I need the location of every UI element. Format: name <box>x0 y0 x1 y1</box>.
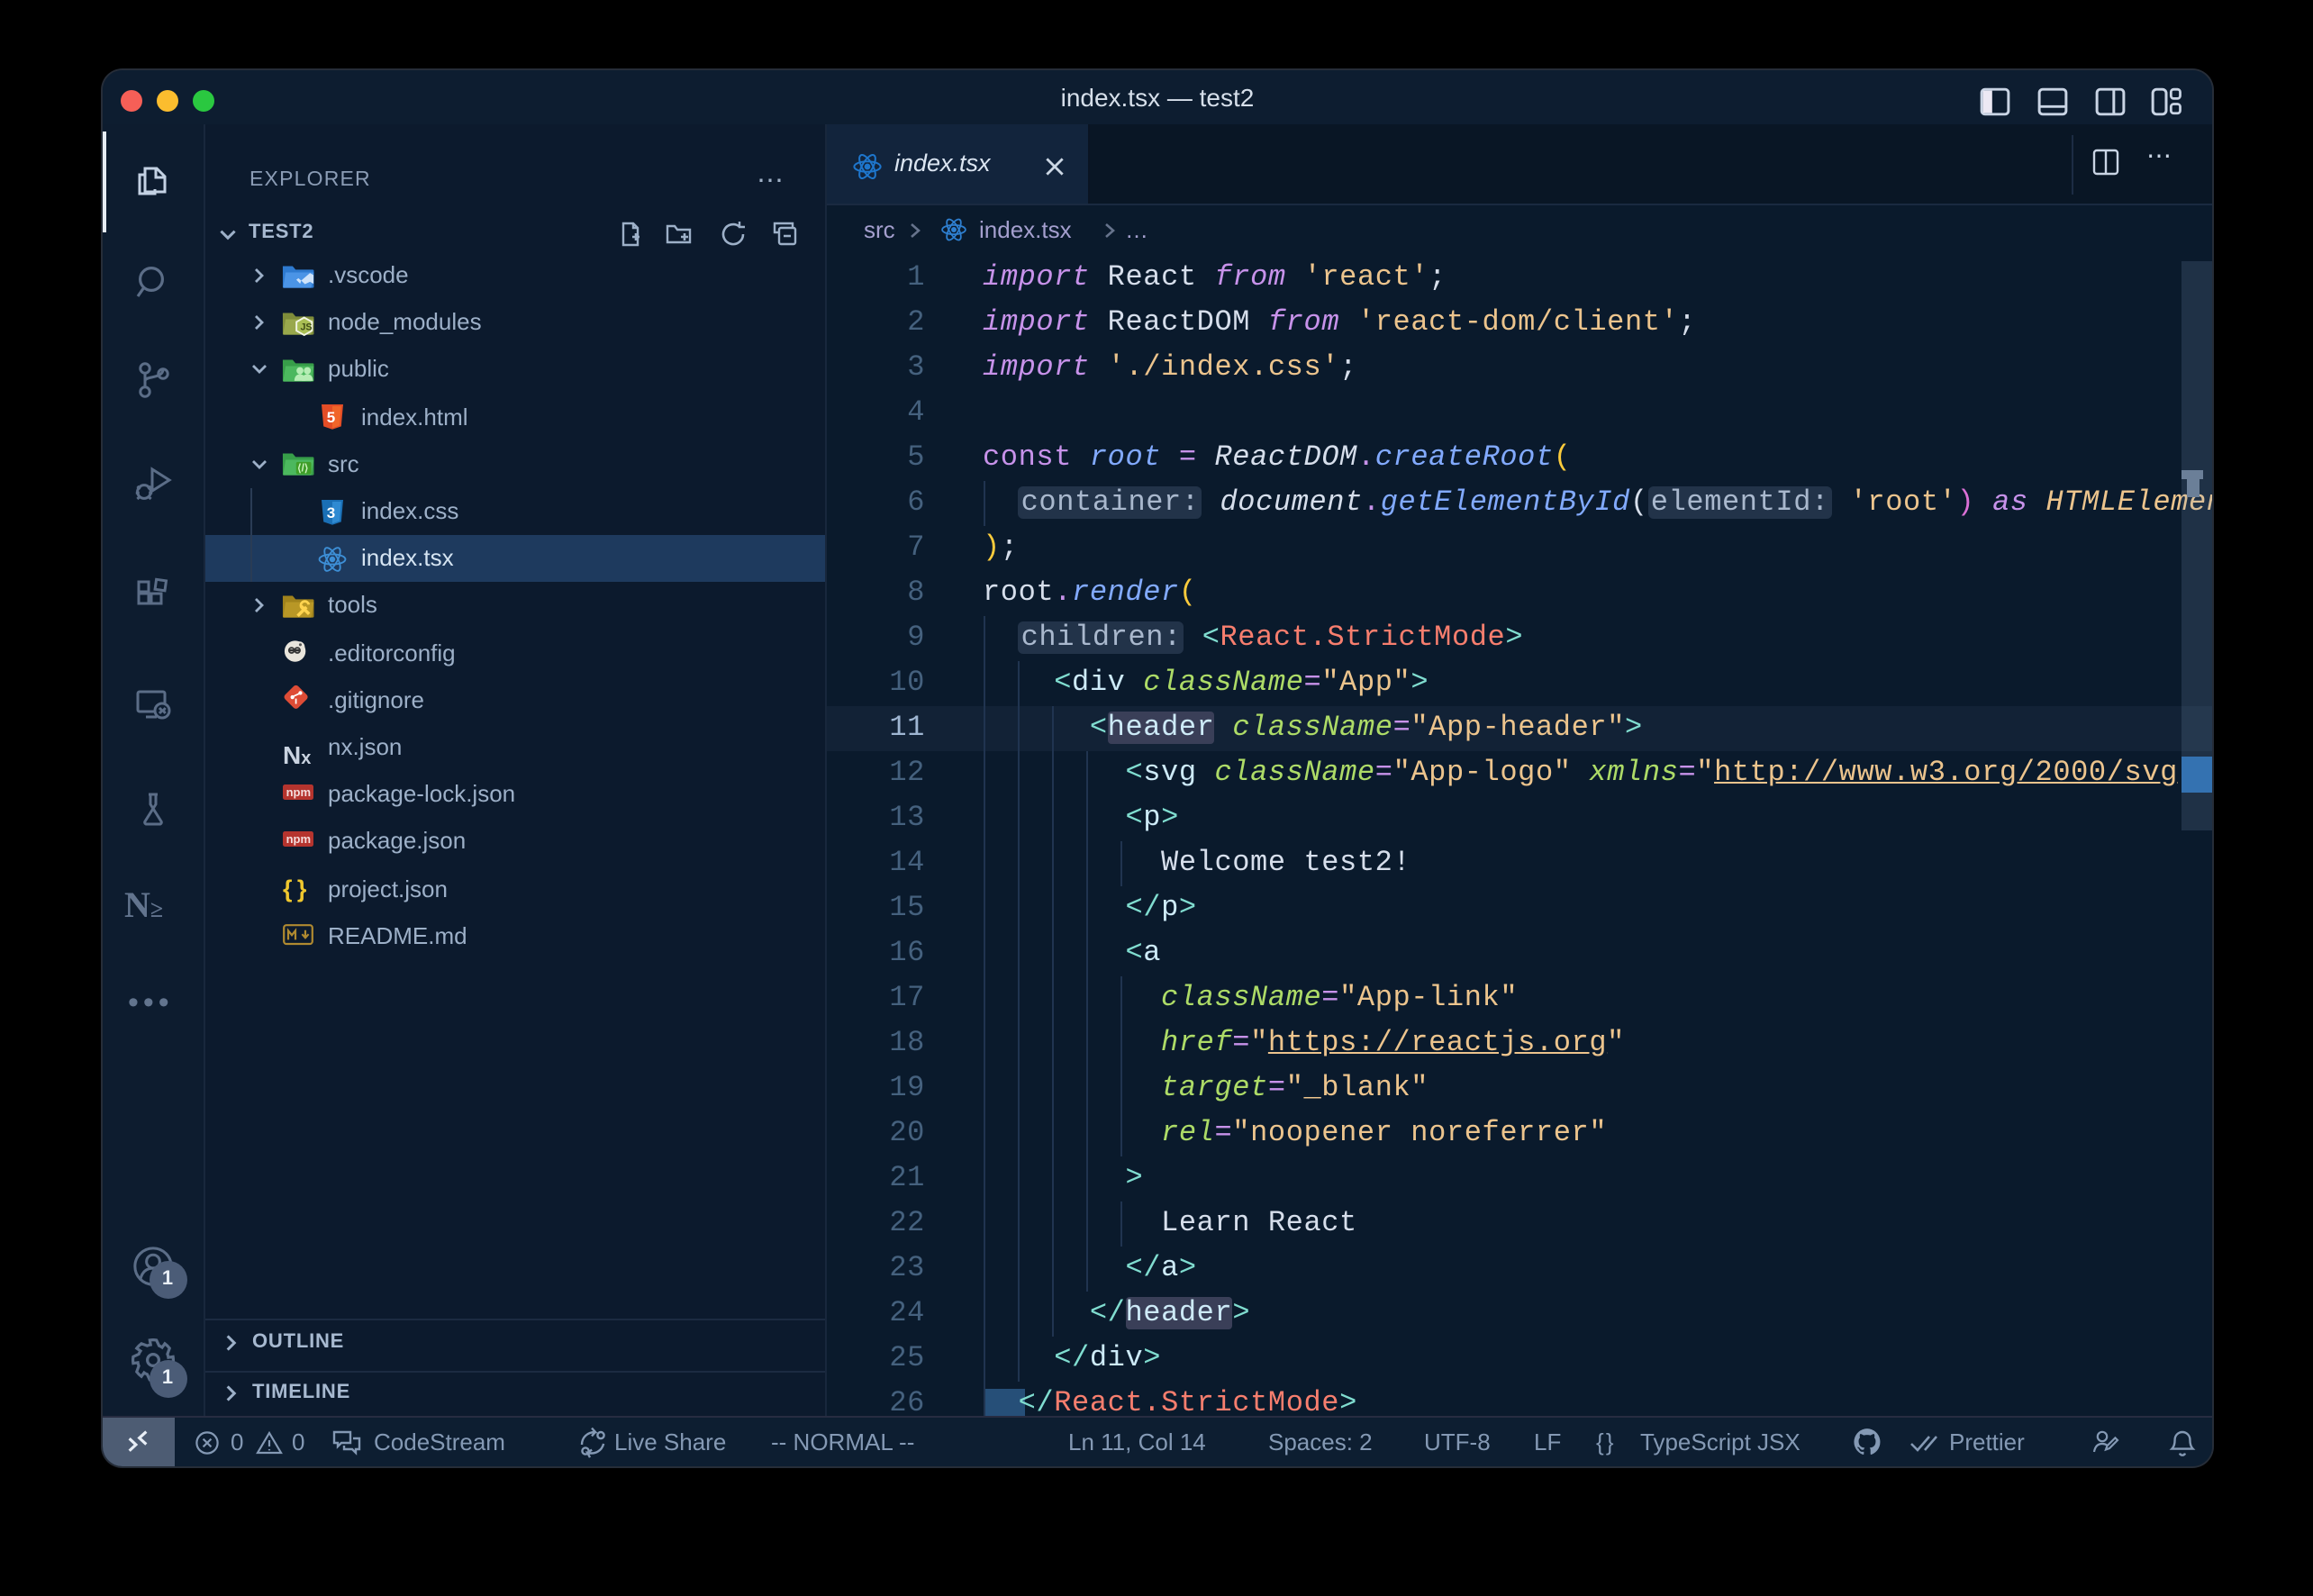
svg-text:npm: npm <box>286 833 311 847</box>
svg-text:3: 3 <box>327 503 335 521</box>
svg-text:npm: npm <box>286 786 311 800</box>
svg-text:5: 5 <box>327 409 335 426</box>
svg-text:JS: JS <box>300 322 312 332</box>
svg-text:⟨/⟩: ⟨/⟩ <box>297 463 308 475</box>
